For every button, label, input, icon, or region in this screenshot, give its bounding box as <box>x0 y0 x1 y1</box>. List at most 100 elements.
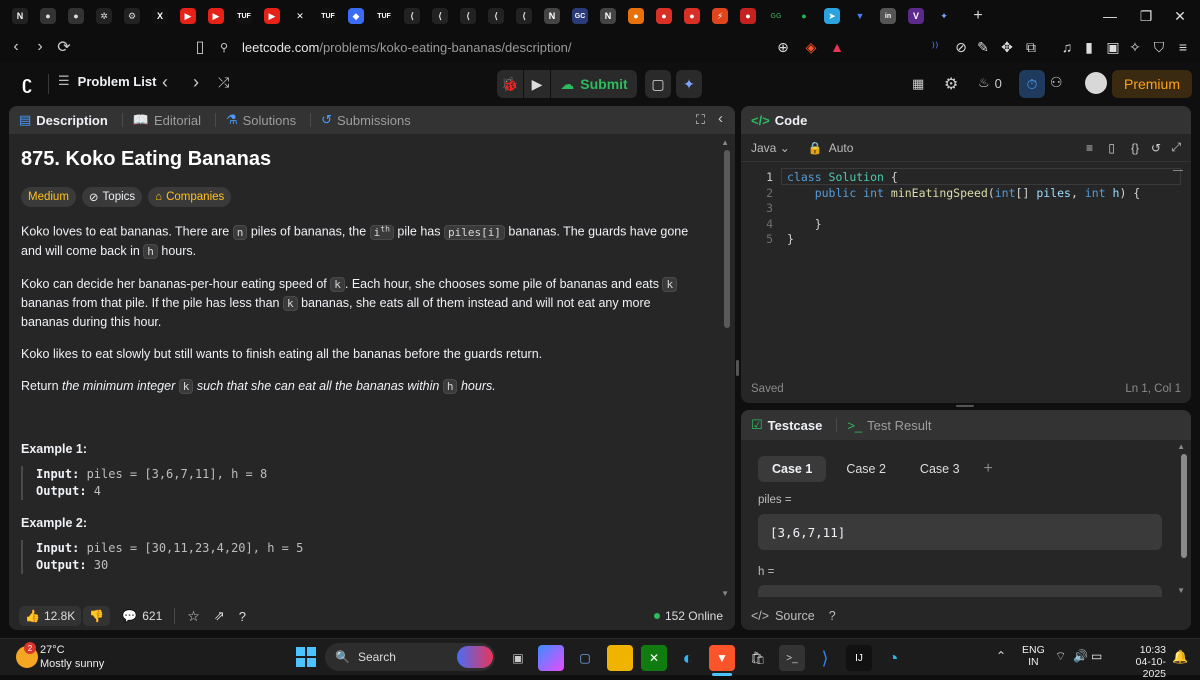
settings-gear-icon[interactable]: ⚙ <box>944 74 958 94</box>
browser-tab[interactable]: ⚡ <box>706 0 734 32</box>
browser-tab[interactable]: ⟨ <box>510 0 538 32</box>
screenshot-icon[interactable]: ⧉ <box>1020 36 1042 58</box>
notes-icon[interactable]: ▢ <box>645 70 671 98</box>
tray-chevron-icon[interactable]: ⌃ <box>996 649 1006 663</box>
brave-icon[interactable]: ▼ <box>709 645 735 671</box>
add-case-button[interactable]: + <box>980 456 997 482</box>
brave-shield-icon[interactable]: ◈ <box>800 36 822 58</box>
param-input[interactable]: [3,6,7,11] <box>758 514 1162 550</box>
wifi-icon[interactable]: ⌔ <box>1055 649 1066 664</box>
braces-icon[interactable]: {} <box>1131 141 1139 155</box>
scroll-down-icon[interactable]: ▼ <box>721 589 729 598</box>
scrollbar-thumb[interactable] <box>1181 454 1187 558</box>
browser-tab[interactable]: ● <box>678 0 706 32</box>
case-tab[interactable]: Case 2 <box>832 456 900 482</box>
browser-tab[interactable]: N <box>538 0 566 32</box>
help-icon[interactable]: ? <box>239 609 246 624</box>
comments-button[interactable]: 💬 621 <box>122 609 162 623</box>
browser-tab[interactable]: ● <box>62 0 90 32</box>
language-select[interactable]: Java ⌄ <box>751 141 790 155</box>
new-tab-button[interactable]: + <box>964 0 992 32</box>
problem-list-button[interactable]: ☰ Problem List <box>58 73 156 89</box>
brave-rewards-icon[interactable]: ▲ <box>826 36 848 58</box>
case-tab[interactable]: Case 1 <box>758 456 827 482</box>
add-friend-icon[interactable]: ⚇ <box>1050 74 1063 91</box>
debug-icon[interactable]: 🐞 <box>497 70 523 98</box>
reset-icon[interactable]: ↺ <box>1151 141 1161 155</box>
back-icon[interactable]: ‹ <box>4 35 28 59</box>
browser-tab[interactable]: ● <box>34 0 62 32</box>
edge-icon[interactable]: ◐ <box>675 645 701 671</box>
tab-code[interactable]: </> Code <box>751 113 807 128</box>
browser-tab[interactable]: ▼ <box>846 0 874 32</box>
case-tab[interactable]: Case 3 <box>906 456 974 482</box>
avatar[interactable] <box>1085 72 1107 94</box>
companies-button[interactable]: ⌂ Companies <box>148 187 232 207</box>
browser-tab[interactable]: TUF <box>230 0 258 32</box>
sidebar-icon[interactable]: ▮ <box>1078 36 1100 58</box>
browser-tab[interactable]: ▶ <box>174 0 202 32</box>
scroll-down-icon[interactable]: ▼ <box>1177 586 1185 595</box>
xbox-icon[interactable]: ✕ <box>641 645 667 671</box>
prev-problem-icon[interactable]: ‹ <box>162 72 168 93</box>
tab-testcase[interactable]: ☑ Testcase <box>751 417 822 433</box>
window-close-icon[interactable]: ✕ <box>1160 0 1200 32</box>
pen-icon[interactable]: ✎ <box>972 36 994 58</box>
code-editor[interactable]: 1 class Solution {2 public int minEatingS… <box>741 162 1191 362</box>
dislike-button[interactable]: 👎 <box>83 606 111 626</box>
expand-icon[interactable]: ⤢ <box>1171 140 1181 155</box>
app-icon[interactable]: ◔ <box>880 645 906 671</box>
battery-icon[interactable]: ▭ <box>1091 649 1102 663</box>
volume-icon[interactable]: 🔊 <box>1073 649 1088 663</box>
zoom-icon[interactable]: ⊕ <box>772 36 794 58</box>
browser-tab[interactable]: ⟨ <box>426 0 454 32</box>
browser-tab[interactable]: ◆ <box>342 0 370 32</box>
url-field[interactable]: leetcode.com/problems/koko-eating-banana… <box>242 40 572 55</box>
forward-icon[interactable]: › <box>28 35 52 59</box>
vpn-icon[interactable]: ⛉ <box>1148 36 1170 58</box>
ai-sparkle-icon[interactable]: ✦ <box>676 70 702 98</box>
task-view-icon[interactable]: ▣ <box>505 645 531 671</box>
like-button[interactable]: 👍 12.8K <box>19 606 82 626</box>
tab-description[interactable]: ▤ Description <box>19 112 108 128</box>
format-icon[interactable]: ≡ <box>1086 141 1093 155</box>
run-button[interactable]: ▶ <box>524 70 550 98</box>
scrollbar-thumb[interactable] <box>724 150 730 328</box>
extensions-puzzle-icon[interactable]: ✥ <box>996 36 1018 58</box>
browser-tab[interactable]: TUF <box>314 0 342 32</box>
streak-counter[interactable]: ♨ 0 <box>978 75 1002 91</box>
extension-icon[interactable]: ⁾⁾ <box>924 36 946 58</box>
tab-solutions[interactable]: ⚗ Solutions <box>226 112 296 128</box>
terminal-icon[interactable]: >_ <box>779 645 805 671</box>
browser-tab[interactable]: ● <box>622 0 650 32</box>
shuffle-icon[interactable]: ⤮ <box>218 74 229 91</box>
minimize-icon[interactable]: — <box>1090 0 1130 32</box>
browser-tab[interactable]: ⟨ <box>482 0 510 32</box>
browser-tab[interactable]: TUF <box>370 0 398 32</box>
browser-tab[interactable]: X <box>146 0 174 32</box>
browser-tab[interactable]: ⚙ <box>118 0 146 32</box>
leetcode-logo-icon[interactable]: ʗ <box>16 72 38 94</box>
submit-button[interactable]: ☁ Submit <box>551 70 637 98</box>
layout-icon[interactable]: ▦ <box>912 76 924 92</box>
weather-temp[interactable]: 27°C <box>40 644 65 656</box>
vscode-icon[interactable]: ⟩ <box>812 645 838 671</box>
copilot-icon[interactable] <box>538 645 564 671</box>
menu-icon[interactable]: ≡ <box>1172 36 1194 58</box>
collapse-icon[interactable]: ‹ <box>718 110 723 127</box>
scroll-up-icon[interactable]: ▲ <box>1177 442 1185 451</box>
intellij-icon[interactable]: IJ <box>846 645 872 671</box>
bookmark-icon[interactable]: ▯ <box>188 35 212 59</box>
browser-tab[interactable]: ● <box>650 0 678 32</box>
store-icon[interactable]: 🛍 <box>745 645 771 671</box>
photos-icon[interactable]: ▢ <box>572 645 598 671</box>
browser-tab[interactable]: ⟨ <box>454 0 482 32</box>
weather-desc[interactable]: Mostly sunny <box>40 658 104 670</box>
browser-tab[interactable]: ✲ <box>90 0 118 32</box>
file-explorer-icon[interactable] <box>607 645 633 671</box>
bookmark-icon[interactable]: ▯ <box>1108 141 1115 155</box>
topics-button[interactable]: ⊘ Topics <box>81 187 143 207</box>
browser-tab[interactable]: ● <box>734 0 762 32</box>
browser-tab[interactable]: GG <box>762 0 790 32</box>
browser-tab[interactable]: ✕ <box>286 0 314 32</box>
